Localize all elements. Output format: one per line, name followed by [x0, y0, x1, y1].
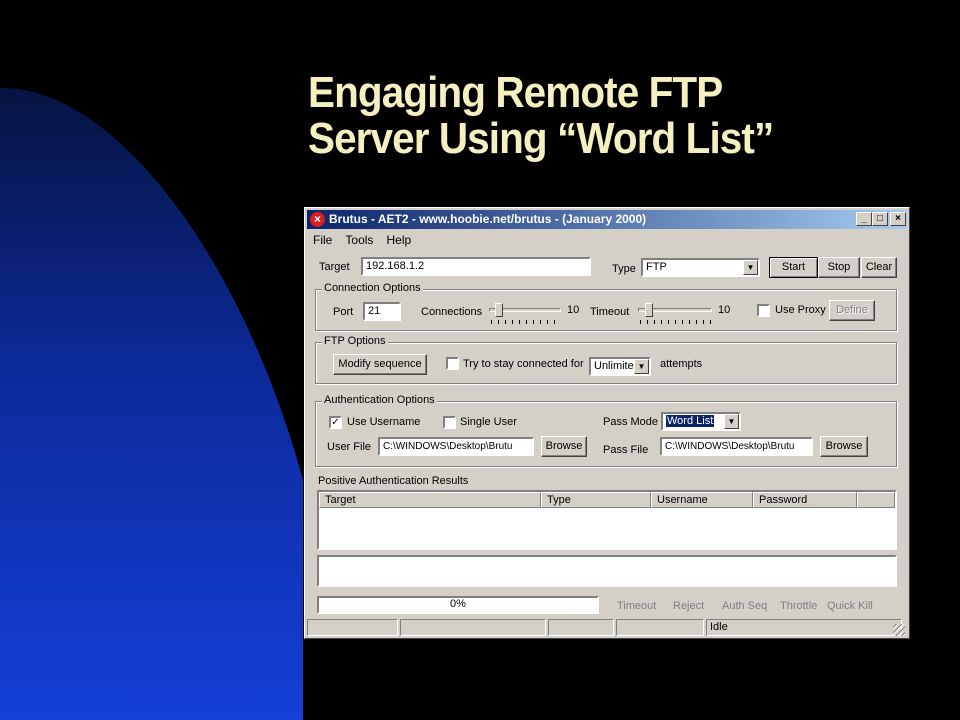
- connections-slider-thumb[interactable]: [495, 303, 503, 317]
- attempts-select-value: Unlimite: [594, 360, 634, 372]
- pass-mode-select[interactable]: Word List ▼: [661, 412, 741, 431]
- pass-file-label: Pass File: [603, 444, 649, 456]
- minimize-button[interactable]: _: [856, 212, 872, 226]
- status-pane-2: [400, 619, 546, 636]
- attempts-label: attempts: [660, 358, 703, 370]
- stat-quick-kill: Quick Kill: [827, 600, 873, 612]
- window-titlebar[interactable]: × Brutus - AET2 - www.hoobie.net/brutus …: [307, 210, 907, 229]
- pass-file-input[interactable]: C:\WINDOWS\Desktop\Brutu: [660, 437, 813, 456]
- slide-title-line-2: Server Using “Word List”: [308, 114, 774, 163]
- modify-sequence-button[interactable]: Modify sequence: [333, 354, 427, 375]
- progress-text: 0%: [450, 598, 466, 610]
- stay-connected-checkbox[interactable]: [446, 357, 459, 370]
- auth-options-group: Authentication Options: [315, 394, 897, 467]
- progress-bar: 0%: [317, 596, 599, 614]
- status-pane-4: [616, 619, 704, 636]
- user-file-input[interactable]: C:\WINDOWS\Desktop\Brutu: [378, 437, 534, 456]
- column-header-empty: [857, 492, 895, 508]
- slide-title: Engaging Remote FTP Server Using “Word L…: [308, 70, 897, 162]
- stat-timeout: Timeout: [617, 600, 657, 612]
- auth-options-legend: Authentication Options: [322, 394, 437, 406]
- use-proxy-checkbox[interactable]: [757, 304, 770, 317]
- connections-value: 10: [567, 304, 580, 316]
- user-file-label: User File: [327, 441, 372, 453]
- column-header-password[interactable]: Password: [753, 492, 857, 508]
- resize-grip-icon[interactable]: [893, 624, 905, 636]
- window-title: Brutus - AET2 - www.hoobie.net/brutus - …: [329, 212, 647, 226]
- status-pane-3: [548, 619, 614, 636]
- user-file-browse-button[interactable]: Browse: [541, 436, 587, 457]
- stay-connected-label: Try to stay connected for: [463, 358, 584, 370]
- port-label: Port: [333, 306, 354, 318]
- timeout-value: 10: [718, 304, 731, 316]
- slide-title-line-1: Engaging Remote FTP: [308, 68, 723, 117]
- pass-mode-select-value: Word List: [666, 415, 715, 427]
- connection-options-legend: Connection Options: [322, 282, 423, 294]
- brutus-window: × Brutus - AET2 - www.hoobie.net/brutus …: [304, 207, 910, 639]
- type-select[interactable]: FTP ▼: [641, 258, 760, 277]
- timeout-slider-thumb[interactable]: [645, 303, 653, 317]
- timeout-label: Timeout: [590, 306, 630, 318]
- type-label: Type: [612, 263, 636, 275]
- timeout-slider-ticks: [640, 320, 712, 324]
- stop-button[interactable]: Stop: [818, 257, 860, 278]
- menu-file[interactable]: File: [313, 233, 332, 247]
- results-heading: Positive Authentication Results: [318, 475, 469, 487]
- log-panel[interactable]: [317, 555, 897, 587]
- ftp-options-legend: FTP Options: [322, 335, 388, 347]
- menu-bar: File Tools Help: [313, 233, 421, 249]
- menu-tools[interactable]: Tools: [345, 233, 373, 247]
- attempts-select[interactable]: Unlimite ▼: [589, 357, 651, 376]
- maximize-button[interactable]: □: [872, 212, 888, 226]
- stat-reject: Reject: [673, 600, 705, 612]
- close-button[interactable]: ×: [890, 212, 906, 226]
- target-label: Target: [319, 261, 350, 273]
- single-user-label: Single User: [460, 416, 517, 428]
- x-icon[interactable]: ×: [310, 212, 325, 227]
- column-header-username[interactable]: Username: [651, 492, 753, 508]
- blue-curve-shape: [0, 87, 303, 720]
- stat-throttle: Throttle: [780, 600, 818, 612]
- connections-label: Connections: [421, 306, 483, 318]
- column-header-target[interactable]: Target: [319, 492, 541, 508]
- status-pane-1: [307, 619, 398, 636]
- start-button[interactable]: Start: [769, 257, 818, 278]
- chevron-down-icon[interactable]: ▼: [634, 359, 649, 374]
- clear-button[interactable]: Clear: [861, 257, 897, 278]
- use-username-label: Use Username: [347, 416, 421, 428]
- chevron-down-icon[interactable]: ▼: [743, 260, 758, 275]
- port-input[interactable]: 21: [363, 302, 401, 321]
- stat-auth-seq: Auth Seq: [722, 600, 768, 612]
- connections-slider-ticks: [491, 320, 561, 324]
- single-user-checkbox[interactable]: [443, 416, 456, 429]
- type-select-value: FTP: [646, 261, 667, 273]
- results-listview[interactable]: Target Type Username Password: [317, 490, 897, 550]
- connections-slider[interactable]: [489, 303, 561, 327]
- pass-mode-label: Pass Mode: [603, 416, 659, 428]
- chevron-down-icon[interactable]: ▼: [724, 414, 739, 429]
- timeout-slider[interactable]: [638, 303, 712, 327]
- column-header-type[interactable]: Type: [541, 492, 651, 508]
- status-pane-state: Idle: [706, 619, 902, 636]
- use-proxy-label: Use Proxy: [775, 304, 826, 316]
- pass-file-browse-button[interactable]: Browse: [820, 436, 868, 457]
- define-button[interactable]: Define: [829, 300, 875, 321]
- menu-help[interactable]: Help: [386, 233, 411, 247]
- target-input[interactable]: 192.168.1.2: [361, 257, 591, 276]
- use-username-checkbox[interactable]: ✓: [329, 416, 342, 429]
